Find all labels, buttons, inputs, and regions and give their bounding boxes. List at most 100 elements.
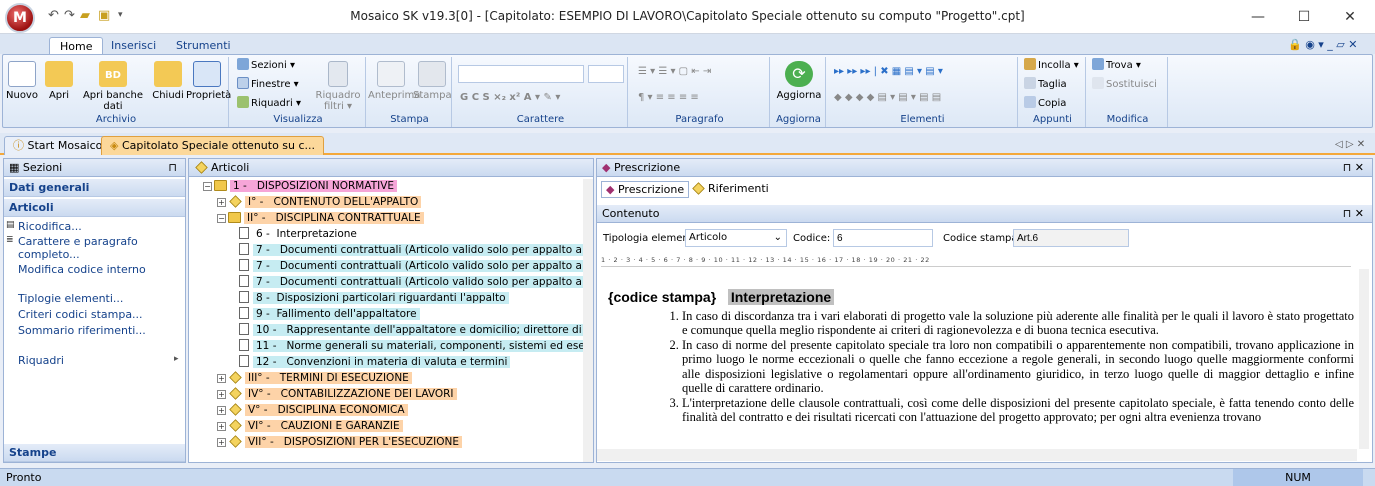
apri-banche-dati-button[interactable]: BD Apri banche dati — [76, 59, 150, 112]
proprieta-button[interactable]: Proprietà — [186, 59, 231, 101]
tree-row[interactable]: 6 - Interpretazione — [239, 227, 360, 243]
tree-row[interactable]: 10 - Rappresentante dell'appaltatore e d… — [239, 323, 593, 339]
tree-row[interactable]: + IV° - CONTABILIZZAZIONE DEI LAVORI — [217, 387, 457, 403]
expand-icon[interactable]: + — [217, 422, 226, 431]
contenuto-pin-close[interactable]: ⊓ ✕ — [1343, 205, 1364, 222]
doc-horizontal-scrollbar[interactable] — [597, 449, 1357, 461]
sidebar-item-stampe[interactable]: Stampe — [4, 444, 185, 462]
expand-icon[interactable]: + — [217, 406, 226, 415]
nuovo-button[interactable]: Nuovo — [4, 59, 40, 101]
expand-icon[interactable]: + — [217, 438, 226, 447]
tree-row[interactable]: 12 - Convenzioni in materia di valuta e … — [239, 355, 511, 371]
tab-prescrizione[interactable]: ◆ Prescrizione — [601, 181, 690, 198]
minimize-button[interactable]: — — [1235, 4, 1281, 30]
taglia-label: Taglia — [1038, 79, 1067, 90]
codice-input[interactable] — [833, 229, 933, 247]
tree-row[interactable]: + VI° - CAUZIONI E GARANZIE — [217, 419, 403, 435]
tree-row[interactable]: 11 - Norme generali su materiali, compon… — [239, 339, 593, 355]
pin-icon[interactable]: ⊓ — [168, 159, 177, 176]
sidebar-link-ricodifica[interactable]: Ricodifica... — [18, 220, 82, 233]
tree-row[interactable]: − II° - DISCIPLINA CONTRATTUALE — [217, 211, 424, 227]
alignment-buttons[interactable]: ¶ ▾ ≡ ≡ ≡ ≡ — [638, 91, 699, 104]
tree-row[interactable]: 9 - Fallimento dell'appaltatore — [239, 307, 420, 323]
sidebar-item-dati-generali[interactable]: Dati generali — [4, 179, 185, 197]
panel-pin-close[interactable]: ⊓ ✕ — [1343, 159, 1364, 176]
tree-row-label: 7 - Documenti contrattuali (Articolo val… — [253, 244, 593, 256]
font-size-combo[interactable] — [588, 65, 624, 83]
page-icon — [239, 227, 249, 239]
doctab-capitolato-label: Capitolato Speciale ottenuto su c... — [121, 139, 316, 152]
stampa-button[interactable]: Stampa — [413, 59, 452, 101]
collapse-icon[interactable]: − — [217, 214, 226, 223]
tab-home[interactable]: Home — [49, 37, 104, 55]
sidebar-link-criteri[interactable]: Criteri codici stampa... — [18, 308, 143, 321]
chapter-icon — [229, 387, 242, 400]
tree-row-label: 8 - Disposizioni particolari riguardanti… — [253, 292, 509, 304]
tree-row[interactable]: + VII° - DISPOSIZIONI PER L'ESECUZIONE — [217, 435, 462, 451]
element-tree-buttons[interactable]: ▸▸ ▸▸ ▸▸ | ✖ ▦ ▤ ▾ ▤ ▾ — [834, 65, 943, 78]
riquadri-button[interactable]: Riquadri ▾ — [237, 96, 301, 110]
riquadro-filtri-button[interactable]: Riquadro filtri ▾ — [313, 59, 363, 112]
tree-row[interactable]: + III° - TERMINI DI ESECUZIONE — [217, 371, 412, 387]
finestre-label: Finestre ▾ — [251, 79, 299, 90]
finestre-button[interactable]: Finestre ▾ — [237, 77, 299, 91]
copia-button[interactable]: Copia — [1024, 96, 1066, 110]
taglia-button[interactable]: Taglia — [1024, 77, 1067, 91]
expand-icon[interactable]: + — [217, 198, 226, 207]
chiudi-button[interactable]: Chiudi — [150, 59, 186, 101]
doc-vertical-scrollbar[interactable] — [1359, 269, 1369, 449]
tab-inserisci[interactable]: Inserisci — [101, 37, 166, 55]
apri-button[interactable]: Apri — [42, 59, 76, 101]
tipologia-select[interactable]: Articolo ⌄ — [685, 229, 787, 247]
list-buttons[interactable]: ☰ ▾ ☰ ▾ ▢ ⇤ ⇥ — [638, 65, 711, 78]
expand-icon[interactable]: + — [217, 374, 226, 383]
sidebar-header: ▦ Sezioni ⊓ — [4, 159, 185, 177]
tree-row[interactable]: + V° - DISCIPLINA ECONOMICA — [217, 403, 408, 419]
close-button[interactable]: ✕ — [1327, 4, 1373, 30]
sostituisci-button[interactable]: Sostituisci — [1092, 77, 1157, 91]
sidebar-link-sommario[interactable]: Sommario riferimenti... — [18, 324, 146, 337]
aggiorna-button[interactable]: ⟳ Aggiorna — [774, 59, 824, 101]
articles-tree-panel: Articoli − 1 - DISPOSIZIONI NORMATIVE + I°… — [188, 158, 594, 463]
codice-stampa-input[interactable] — [1013, 229, 1129, 247]
tree-row[interactable]: 7 - Documenti contrattuali (Articolo val… — [239, 275, 593, 291]
maximize-button[interactable]: ☐ — [1281, 4, 1327, 30]
references-icon — [692, 182, 705, 195]
trova-button[interactable]: Trova ▾ — [1092, 58, 1141, 72]
doctab-start-mosaico[interactable]: ⓘ Start Mosaico — [4, 136, 112, 155]
tree-vertical-scrollbar[interactable] — [583, 179, 593, 462]
collapse-icon[interactable]: − — [203, 182, 212, 191]
tree-row[interactable]: + I° - CONTENUTO DELL'APPALTO — [217, 195, 422, 211]
doctab-navigation[interactable]: ◁ ▷ ✕ — [1335, 139, 1365, 150]
group-stampa: Anteprima Stampa Stampa — [368, 57, 452, 127]
paste-icon — [1024, 58, 1036, 70]
document-body[interactable]: {codice stampa} Interpretazione In caso … — [608, 289, 1354, 425]
incolla-button[interactable]: Incolla ▾ — [1024, 58, 1079, 72]
sidebar-link-riquadri[interactable]: Riquadri — [18, 354, 64, 367]
element-move-buttons[interactable]: ◆ ◆ ◆ ◆ ▤ ▾ ▤ ▾ ▤ ▤ — [834, 91, 941, 104]
book-icon — [228, 212, 241, 223]
sidebar-item-articoli[interactable]: Articoli — [4, 199, 185, 217]
database-folder-icon: BD — [99, 61, 127, 87]
ruler[interactable]: 1 · 2 · 3 · 4 · 5 · 6 · 7 · 8 · 9 · 10 ·… — [601, 253, 1351, 267]
nuovo-label: Nuovo — [6, 90, 38, 101]
tab-riferimenti[interactable]: Riferimenti — [687, 181, 773, 198]
tree-row[interactable]: 8 - Disposizioni particolari riguardanti… — [239, 291, 509, 307]
font-format-buttons[interactable]: G C S ×₂ x² A ▾ ✎ ▾ — [460, 91, 560, 104]
open-folder-icon — [45, 61, 73, 87]
tree-row[interactable]: 7 - Documenti contrattuali (Articolo val… — [239, 243, 593, 259]
tree-row[interactable]: − 1 - DISPOSIZIONI NORMATIVE — [203, 179, 398, 195]
tree-row[interactable]: 7 - Documenti contrattuali (Articolo val… — [239, 259, 593, 275]
ribbon-window-controls[interactable]: 🔒 ◉ ▾ _ ▱ ✕ — [1288, 38, 1357, 51]
sidebar-link-modifica-codice[interactable]: Modifica codice interno — [18, 263, 146, 276]
sezioni-button[interactable]: Sezioni ▾ — [237, 58, 295, 72]
tab-strumenti[interactable]: Strumenti — [166, 37, 241, 55]
sidebar-link-carattere-paragrafo[interactable]: Carattere e paragrafo completo... — [18, 235, 178, 261]
sidebar-link-tipologie[interactable]: Tiplogie elementi... — [18, 292, 123, 305]
anteprima-button[interactable]: Anteprima — [368, 59, 420, 101]
doctab-capitolato[interactable]: ◈ Capitolato Speciale ottenuto su c... — [101, 136, 325, 155]
font-name-combo[interactable] — [458, 65, 584, 83]
apri-label: Apri — [48, 90, 70, 101]
expand-icon[interactable]: + — [217, 390, 226, 399]
status-text: Pronto — [6, 471, 42, 484]
